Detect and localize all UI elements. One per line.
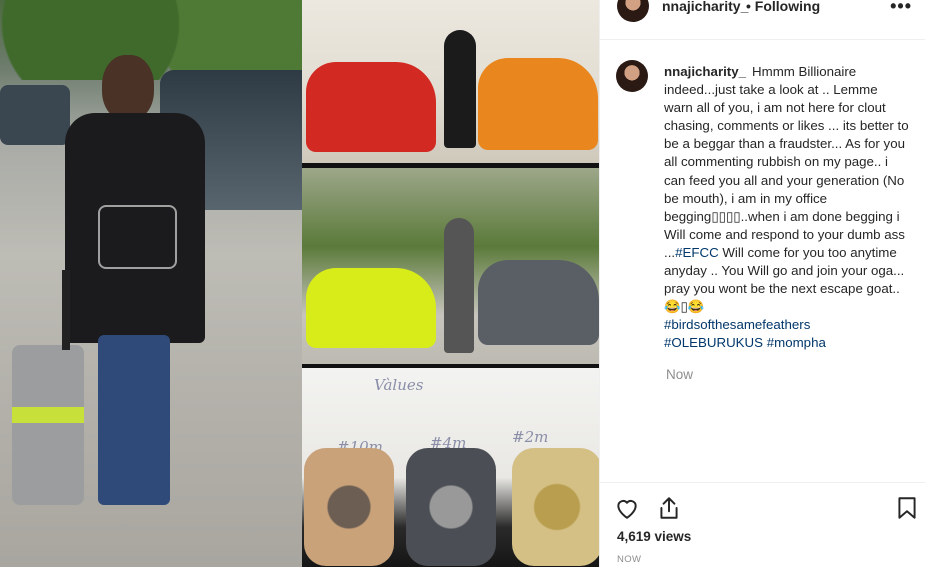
mention-link[interactable]: #EFCC	[675, 245, 719, 260]
suitcase	[12, 270, 84, 505]
gold-watch	[304, 448, 394, 566]
yellow-gold-watch	[512, 448, 599, 566]
caption-time: Now	[666, 367, 694, 382]
man-standing	[444, 218, 474, 353]
suitcase-tape	[12, 407, 84, 423]
collage-supercars-house	[302, 0, 599, 163]
person-head	[102, 55, 154, 121]
yellow-supercar	[306, 268, 436, 348]
photo-collage: Vàlues #10m #4m #2m	[302, 0, 599, 567]
post-time: NOW	[617, 554, 642, 565]
paper-title: Vàlues	[374, 376, 424, 394]
hashtag-link[interactable]: #birdsofthesamefeathers	[664, 316, 910, 334]
post-sidebar: nnajicharity_ • Following ••• nnajichari…	[599, 0, 925, 567]
red-supercar	[306, 62, 436, 152]
caption: nnajicharity_ Hmmm Billionaire indeed...j…	[664, 63, 910, 353]
post-header: nnajicharity_ • Following •••	[600, 0, 925, 40]
shirt-print	[98, 205, 177, 269]
bookmark-icon[interactable]	[894, 495, 920, 521]
separator: •	[746, 0, 751, 14]
steel-watch	[406, 448, 496, 566]
orange-supercar	[478, 58, 598, 150]
collage-watches: Vàlues #10m #4m #2m	[302, 368, 599, 567]
post-footer: 4,619 views NOW	[600, 482, 925, 568]
price-label: #2m	[512, 428, 549, 446]
man-in-hoodie	[444, 30, 476, 148]
person-jeans	[98, 335, 170, 505]
caption-text: Hmmm Billionaire indeed...just take a lo…	[664, 64, 909, 260]
collage-yellow-and-grey-cars	[302, 168, 599, 364]
view-count[interactable]: 4,619 views	[617, 529, 691, 544]
follow-status[interactable]: • Following	[746, 0, 820, 14]
post-media[interactable]: Vàlues #10m #4m #2m	[0, 0, 599, 567]
hashtag-link[interactable]: #OLEBURUKUS	[664, 335, 763, 350]
grey-suv	[478, 260, 599, 345]
share-icon[interactable]	[656, 495, 682, 521]
avatar[interactable]	[616, 60, 648, 92]
suitcase-handle	[62, 270, 70, 350]
more-dots-icon[interactable]: •••	[890, 0, 912, 17]
hashtag-link[interactable]: #mompha	[767, 335, 826, 350]
hashtag-list: #birdsofthesamefeathers #OLEBURUKUS #mom…	[664, 316, 910, 352]
photo-man-with-suitcase	[0, 0, 302, 567]
heart-icon[interactable]	[614, 495, 640, 521]
follow-status-label: Following	[754, 0, 821, 14]
avatar[interactable]	[617, 0, 649, 22]
header-username[interactable]: nnajicharity_	[662, 0, 748, 14]
caption-username[interactable]: nnajicharity_	[664, 64, 746, 79]
